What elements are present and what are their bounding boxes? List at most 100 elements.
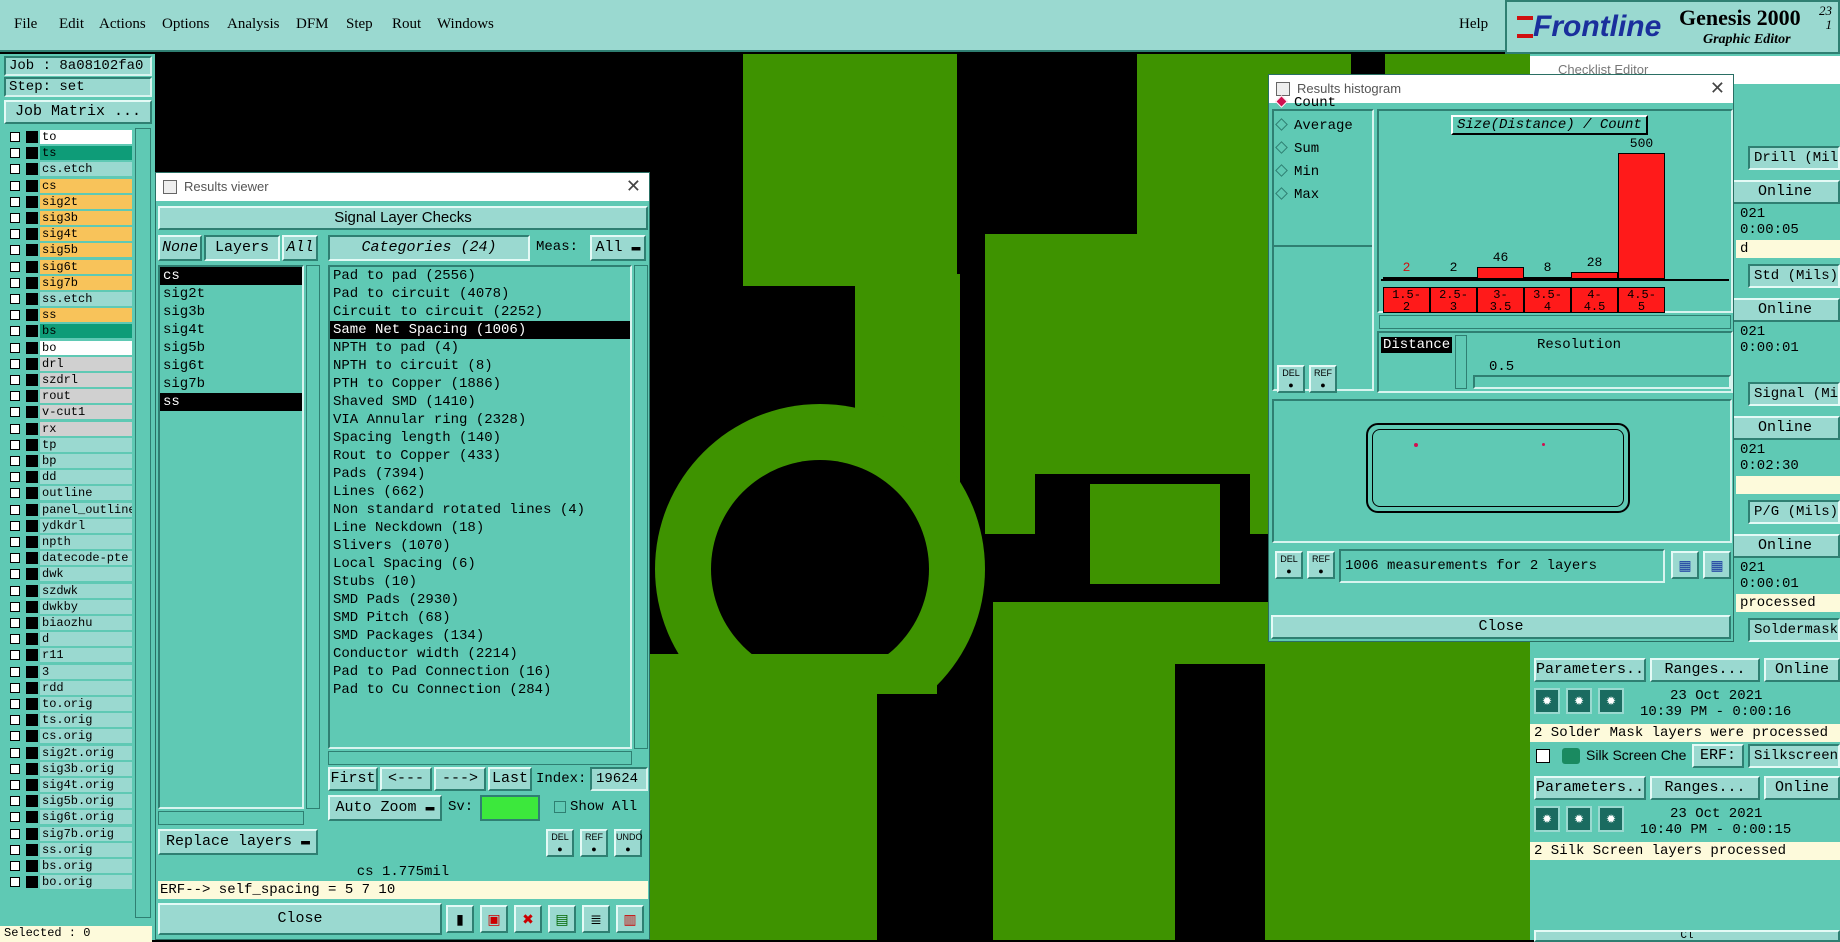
category-item[interactable]: Circuit to circuit (2252) [330, 303, 630, 321]
category-item[interactable]: Pad to pad (2556) [330, 267, 630, 285]
layer-checkbox[interactable] [10, 342, 20, 353]
close-icon[interactable]: ✕ [1710, 78, 1725, 99]
mode-radio-sum[interactable]: Sum [1275, 141, 1319, 157]
online-button[interactable]: Online [1730, 534, 1840, 558]
layer-checkbox[interactable] [10, 682, 20, 693]
layer-row[interactable]: bp [8, 454, 132, 468]
erf-button[interactable]: ERF: [1692, 744, 1744, 768]
bin-label[interactable]: 3.5- 4 [1524, 287, 1571, 313]
mode-radio-max[interactable]: Max [1275, 187, 1319, 203]
layer-result-item[interactable]: sig6t [160, 357, 302, 375]
layer-result-item[interactable]: sig4t [160, 321, 302, 339]
online-button[interactable]: Online [1730, 416, 1840, 440]
menu-help[interactable]: Help [1459, 16, 1488, 33]
mode-radio-count[interactable]: Count [1275, 95, 1336, 111]
layer-results-list[interactable]: cs sig2t sig3b sig4t sig5b sig6t sig7b ss [158, 265, 304, 809]
layer-checkbox[interactable] [10, 375, 20, 385]
layer-row[interactable]: rx [8, 421, 132, 436]
silkscreen-field[interactable]: Silkscreen [1748, 744, 1840, 768]
undo-icon[interactable]: UNDO ● [614, 829, 643, 857]
layer-checkbox[interactable] [10, 132, 20, 142]
bin-label[interactable]: 1.5- 2 [1383, 287, 1430, 313]
category-item[interactable]: Pad to circuit (4078) [330, 285, 630, 303]
layer-checkbox[interactable] [10, 877, 20, 888]
job-matrix-button[interactable]: Job Matrix ... [4, 100, 152, 124]
layer-checkbox[interactable] [10, 196, 20, 207]
layer-checkbox[interactable] [10, 472, 20, 483]
layer-row[interactable]: v-cut1 [8, 405, 132, 420]
category-scrollbar[interactable] [634, 265, 648, 749]
mode-radio-average[interactable]: Average [1275, 118, 1353, 134]
parameters-button[interactable]: Parameters... [1534, 776, 1646, 800]
layer-row[interactable]: sig6t [8, 259, 132, 274]
layer-checkbox[interactable] [10, 618, 20, 628]
layer-row[interactable]: ss.etch [8, 292, 132, 306]
category-item[interactable]: Spacing length (140) [330, 429, 630, 447]
layer-row[interactable]: sig2t.orig [8, 745, 132, 760]
layer-checkbox[interactable] [10, 245, 20, 256]
layer-checkbox[interactable] [10, 456, 20, 466]
category-item[interactable]: Same Net Spacing (1006) [330, 321, 630, 339]
category-item[interactable]: Conductor width (2214) [330, 645, 630, 663]
layer-row[interactable]: sig5b.orig [8, 794, 132, 809]
layer-checkbox[interactable] [10, 520, 20, 531]
layer-row[interactable]: cs [8, 178, 132, 193]
layer-row[interactable]: panel_outline [8, 502, 132, 517]
layer-row[interactable]: ydkdrl [8, 518, 132, 533]
layer-scrollbar[interactable] [135, 128, 151, 918]
layer-row[interactable]: npth [8, 535, 132, 549]
category-item[interactable]: Line Neckdown (18) [330, 519, 630, 537]
category-list[interactable]: Pad to pad (2556) Pad to circuit (4078) Ci… [328, 265, 632, 749]
layer-row[interactable]: sig3b [8, 211, 132, 225]
layer-list-scrollbar[interactable] [306, 265, 320, 809]
histogram-bar[interactable] [1571, 271, 1618, 279]
layer-checkbox[interactable] [10, 812, 20, 823]
ranges-button[interactable]: Ranges... [1650, 776, 1760, 800]
run-icon[interactable]: ✹ [1598, 688, 1624, 714]
layer-result-item[interactable]: cs [160, 267, 302, 285]
layer-checkbox[interactable] [10, 407, 20, 418]
layer-row[interactable]: bs.orig [8, 859, 132, 873]
layer-checkbox[interactable] [10, 715, 20, 726]
histogram-icon[interactable]: ▥ [616, 905, 644, 933]
next-button[interactable]: ---> [434, 767, 486, 791]
menu-file[interactable]: File [14, 16, 37, 33]
run-icon[interactable]: ✹ [1566, 688, 1592, 714]
layers-button[interactable]: Layers [204, 235, 280, 261]
menu-analysis[interactable]: Analysis [227, 16, 280, 33]
layer-checkbox[interactable] [10, 601, 20, 612]
layer-row[interactable]: sig3b.orig [8, 761, 132, 776]
mode-radio-min[interactable]: Min [1275, 164, 1319, 180]
layer-checkbox[interactable] [10, 180, 20, 191]
soldermask-field[interactable]: Soldermask [1748, 618, 1840, 642]
bin-label[interactable]: 4.5- 5 [1618, 287, 1665, 313]
layer-checkbox[interactable] [10, 666, 20, 677]
clear-icon[interactable]: ✖ [514, 905, 542, 933]
pg-field[interactable]: P/G (Mils) [1748, 500, 1840, 524]
layer-checkbox[interactable] [10, 439, 20, 450]
menu-windows[interactable]: Windows [437, 16, 494, 33]
layer-row[interactable]: ss.orig [8, 842, 132, 857]
layer-checkbox[interactable] [10, 569, 20, 580]
layer-row[interactable]: outline [8, 486, 132, 501]
parameters-button[interactable]: Parameters... [1534, 658, 1646, 682]
menu-rout[interactable]: Rout [392, 16, 421, 33]
layer-row[interactable]: 3 [8, 664, 132, 679]
layer-checkbox[interactable] [10, 585, 20, 596]
report-icon[interactable]: ▤ [548, 905, 576, 933]
menu-edit[interactable]: Edit [59, 16, 84, 33]
signal-field[interactable]: Signal (Mils) [1748, 382, 1840, 406]
layer-row[interactable]: szdrl [8, 373, 132, 387]
run-icon[interactable]: ✹ [1598, 806, 1624, 832]
category-item[interactable]: SMD Pitch (68) [330, 609, 630, 627]
ref-icon[interactable]: REF ● [1307, 551, 1335, 579]
layer-checkbox[interactable] [10, 747, 20, 758]
layer-row[interactable]: d [8, 632, 132, 647]
layer-checkbox[interactable] [10, 213, 20, 223]
layer-result-item[interactable]: ss [160, 393, 302, 411]
layer-row[interactable]: biaozhu [8, 616, 132, 630]
layer-checkbox[interactable] [10, 261, 20, 272]
layer-result-item[interactable]: sig5b [160, 339, 302, 357]
layer-checkbox[interactable] [10, 537, 20, 547]
all-layers-button[interactable]: All [282, 235, 318, 261]
